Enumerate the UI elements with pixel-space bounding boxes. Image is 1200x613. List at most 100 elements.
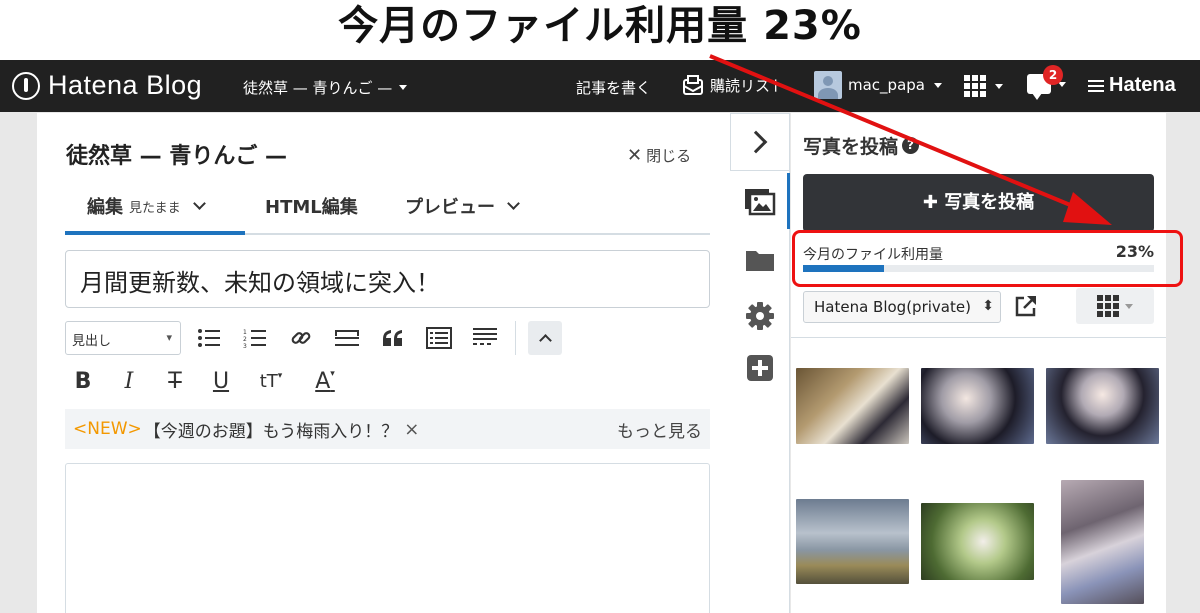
settings-tab-button[interactable]	[730, 287, 790, 345]
table-of-contents-button[interactable]	[421, 320, 457, 356]
blog-switcher[interactable]: 徒然草 — 青りんご —	[243, 77, 408, 98]
caret-down-icon	[995, 83, 1003, 89]
notice-topic-link[interactable]: 【今週のお題】もう梅雨入り！？	[144, 417, 399, 442]
numbered-list-icon: 123	[243, 329, 266, 348]
apps-grid-icon	[964, 75, 986, 97]
user-menu[interactable]: mac_papa	[814, 71, 942, 99]
numbered-list-button[interactable]: 123	[237, 320, 273, 356]
view-mode-button[interactable]	[1076, 288, 1154, 324]
hatena-menu[interactable]: Hatena	[1088, 74, 1176, 97]
svg-text:1: 1	[243, 329, 247, 336]
photo-tab-button[interactable]	[730, 173, 790, 231]
hatena-pen-icon	[12, 71, 40, 100]
folder-select[interactable]: Hatena Blog(private)	[803, 291, 1001, 323]
hatena-mark-icon	[1088, 79, 1104, 92]
gallery-divider	[791, 337, 1166, 338]
tab-label: 編集	[87, 197, 123, 218]
tab-sublabel: 見たまま	[129, 200, 181, 216]
close-button[interactable]: ✕ 閉じる	[627, 145, 691, 166]
tab-wysiwyg[interactable]: 編集 見たまま	[87, 193, 206, 219]
reader-list-link[interactable]: 購読リスト	[682, 74, 785, 96]
gear-icon	[746, 302, 774, 330]
bullet-list-icon	[198, 329, 220, 347]
collapse-toolbar-button[interactable]	[528, 321, 562, 355]
underline-button[interactable]: U	[209, 369, 233, 394]
quote-button[interactable]	[375, 320, 411, 356]
tab-label: HTML編集	[265, 197, 358, 218]
reader-inbox-icon	[683, 75, 703, 95]
link-icon	[291, 332, 311, 344]
bold-button[interactable]: B	[71, 369, 95, 394]
panel-title-text: 写真を投稿	[803, 136, 899, 158]
chevron-down-icon	[192, 197, 206, 210]
caret-down-icon	[399, 85, 408, 90]
panel-title: 写真を投稿 ?	[803, 132, 920, 159]
photo-thumbnail[interactable]	[921, 368, 1034, 444]
editor-toolbar: 見出し 123	[65, 320, 562, 356]
editor-panel: 徒然草 — 青りんご — ✕ 閉じる 編集 見たまま HTML編集 プレビュー …	[37, 113, 730, 613]
photo-thumbnail[interactable]	[796, 368, 909, 444]
svg-text:2: 2	[243, 336, 247, 343]
photo-thumbnail[interactable]	[921, 503, 1034, 580]
upload-photo-button[interactable]: ✚ 写真を投稿	[803, 174, 1154, 232]
avatar	[814, 71, 842, 99]
text-color-button[interactable]: A▾	[309, 369, 341, 394]
chevron-right-icon	[744, 130, 768, 154]
close-label: 閉じる	[646, 147, 692, 165]
help-icon[interactable]: ?	[902, 137, 920, 154]
hatena-blog-logo[interactable]: Hatena Blog	[12, 70, 202, 101]
photo-thumbnail[interactable]	[1061, 480, 1144, 604]
see-more-link[interactable]: もっと見る	[617, 417, 702, 442]
bullet-list-button[interactable]	[191, 320, 227, 356]
collapse-sidebar-button[interactable]	[730, 113, 790, 171]
photo-upload-panel: 写真を投稿 ? ✚ 写真を投稿 今月のファイル利用量 23% Hatena Bl…	[791, 113, 1166, 613]
open-fotolife-button[interactable]	[1014, 294, 1038, 322]
tab-preview[interactable]: プレビュー	[405, 193, 520, 219]
external-link-icon	[1015, 296, 1036, 317]
caret-down-icon	[1125, 303, 1133, 309]
close-icon: ✕	[627, 145, 643, 166]
strikethrough-button[interactable]: T	[163, 369, 187, 394]
toolbar-divider	[515, 321, 516, 355]
new-badge: <NEW>	[73, 419, 142, 439]
active-tab-indicator	[65, 231, 245, 235]
article-title-input[interactable]: 月間更新数、未知の領域に突入！	[65, 250, 710, 308]
read-more-icon	[473, 328, 497, 345]
topic-notice-bar: <NEW> 【今週のお題】もう梅雨入り！？ × もっと見る	[65, 409, 710, 449]
chevron-up-icon	[538, 334, 552, 347]
reader-list-label: 購読リスト	[710, 76, 786, 95]
annotation-highlight-box	[792, 230, 1183, 287]
chevron-down-icon	[507, 197, 520, 210]
notification-badge: 2	[1043, 65, 1063, 85]
photo-thumbnail[interactable]	[1046, 368, 1159, 444]
heading-select[interactable]: 見出し	[65, 321, 181, 355]
link-button[interactable]	[283, 320, 319, 356]
photo-icon	[745, 189, 776, 216]
table-of-contents-icon	[426, 327, 452, 349]
read-more-button[interactable]	[467, 320, 503, 356]
editor-mode-tabs: 編集 見たまま HTML編集 プレビュー	[65, 185, 710, 235]
italic-button[interactable]: I	[117, 369, 141, 394]
quote-icon	[383, 330, 402, 346]
folder-tab-button[interactable]	[730, 231, 790, 289]
upload-photo-label: 写真を投稿	[944, 192, 1035, 213]
write-article-link[interactable]: 記事を書く	[576, 77, 651, 98]
photo-thumbnail[interactable]	[796, 499, 909, 584]
sidebar-icon-strip	[730, 113, 790, 613]
blog-switcher-label: 徒然草 — 青りんご —	[243, 79, 393, 97]
dismiss-icon[interactable]: ×	[404, 419, 419, 440]
plus-icon	[747, 355, 773, 381]
folder-icon	[746, 251, 774, 271]
add-tab-button[interactable]	[730, 339, 790, 397]
apps-menu[interactable]	[964, 75, 1003, 97]
hatena-label: Hatena	[1109, 74, 1176, 96]
plus-icon: ✚	[922, 192, 938, 213]
logo-text: Hatena Blog	[48, 70, 203, 100]
active-tab-indicator	[787, 173, 790, 229]
username: mac_papa	[848, 76, 925, 94]
tab-html[interactable]: HTML編集	[265, 193, 358, 219]
svg-text:3: 3	[243, 343, 247, 348]
article-body-editor[interactable]	[65, 463, 710, 613]
horizontal-rule-button[interactable]	[329, 320, 365, 356]
font-size-button[interactable]: tT▾	[255, 371, 287, 392]
